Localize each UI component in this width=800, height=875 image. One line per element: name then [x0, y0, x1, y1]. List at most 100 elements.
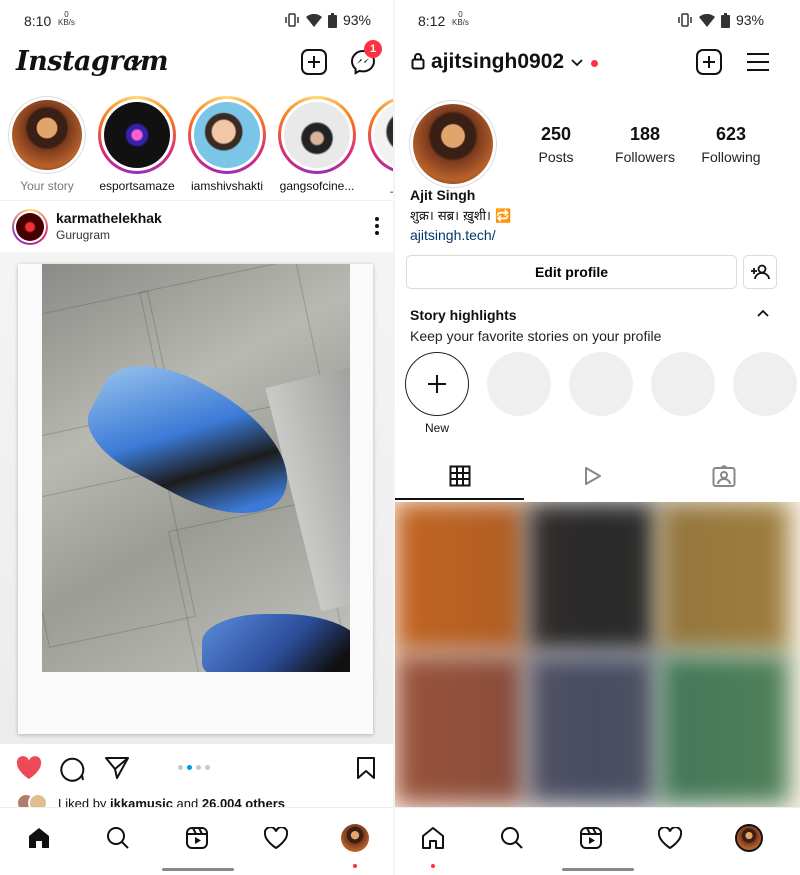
nav-search[interactable]: [98, 818, 138, 858]
avatar: [284, 102, 350, 168]
carousel-dot: [178, 765, 183, 770]
story-name: Your story: [20, 179, 74, 193]
menu-icon[interactable]: [744, 48, 772, 76]
story-your-story[interactable]: Your story: [8, 96, 86, 193]
status-bar: 8:10 0 KB/s 93%: [0, 0, 395, 40]
discover-people-button[interactable]: [743, 255, 777, 289]
highlights-subtitle: Keep your favorite stories on your profi…: [410, 328, 662, 344]
story-iamshivshakti[interactable]: iamshivshakti: [188, 96, 266, 193]
vibrate-icon: [285, 13, 299, 27]
nav-activity[interactable]: [256, 818, 296, 858]
more-options-icon[interactable]: [375, 217, 379, 235]
avatar: [16, 213, 44, 241]
wifi-icon: [305, 13, 322, 27]
nav-reels[interactable]: [571, 818, 611, 858]
play-icon: [585, 467, 601, 485]
stat-label: Followers: [615, 149, 675, 165]
avatar: [374, 102, 395, 168]
highlight-placeholder: [569, 352, 633, 416]
tab-tagged[interactable]: [659, 452, 789, 500]
story-ring-inner: [191, 99, 263, 171]
chevron-up-icon[interactable]: [757, 309, 769, 317]
nav-search[interactable]: [492, 818, 532, 858]
chevron-down-icon[interactable]: [130, 58, 144, 68]
profile-name: Ajit Singh: [410, 187, 476, 203]
new-highlight-label: New: [424, 421, 449, 435]
search-icon: [501, 827, 523, 849]
lock-icon: [411, 53, 425, 70]
nav-activity[interactable]: [650, 818, 690, 858]
highlight-placeholder: [651, 352, 715, 416]
profile-bio: शुक्र। सब्र। ख़ुशी। 🔁: [410, 209, 512, 224]
plus-icon: [428, 375, 446, 393]
heart-icon: [264, 827, 288, 849]
story-esportsamaze[interactable]: esportsamaze: [98, 96, 176, 193]
new-highlight-button[interactable]: [405, 352, 469, 416]
share-icon[interactable]: [104, 756, 130, 780]
grid-blur-overlay: [395, 502, 800, 808]
carousel-dot: [205, 765, 210, 770]
carousel-dot: [196, 765, 201, 770]
story-teafo[interactable]: _teafo: [368, 96, 395, 193]
profile-tabs: [395, 452, 800, 500]
avatar: [104, 102, 170, 168]
post-header: karmathelekhak Gurugram: [0, 200, 395, 250]
home-icon: [422, 827, 444, 849]
story-gangsofcinema[interactable]: gangsofcine...: [278, 96, 356, 193]
account-username[interactable]: ajitsingh0902: [431, 50, 564, 74]
nav-profile[interactable]: [729, 818, 769, 858]
highlight-placeholder: [733, 352, 797, 416]
notification-dot: [431, 864, 435, 868]
home-filled-icon: [29, 828, 49, 848]
gesture-bar: [561, 868, 634, 871]
stat-value: 188: [629, 124, 661, 144]
post-location[interactable]: Gurugram: [56, 228, 110, 242]
status-bar: 8:12 0 KB/s 93%: [395, 0, 800, 40]
vibrate-icon: [678, 13, 692, 27]
grid-icon: [449, 465, 471, 487]
bottom-nav: [0, 807, 395, 875]
comment-icon[interactable]: [60, 756, 86, 782]
post-image[interactable]: [0, 252, 393, 744]
post-actions: [0, 750, 395, 790]
edit-profile-button[interactable]: Edit profile: [406, 255, 737, 289]
avatar: [12, 100, 82, 170]
network-speed-unit: KB/s: [452, 18, 469, 27]
photo-sneakers: [42, 264, 350, 672]
create-post-icon[interactable]: [695, 48, 723, 76]
profile-picture[interactable]: [409, 100, 497, 188]
avatar-ring: [14, 211, 46, 243]
story-ring: [8, 96, 86, 174]
instagram-logo[interactable]: Instagram: [16, 46, 169, 77]
profile-avatar: [341, 824, 369, 852]
polaroid-frame: [18, 264, 373, 734]
floor-tile: [42, 470, 196, 648]
nav-reels[interactable]: [177, 818, 217, 858]
stat-followers[interactable]: 188 Followers: [607, 124, 683, 165]
battery-icon: [327, 12, 337, 28]
tab-grid[interactable]: [395, 452, 525, 500]
avatar: [413, 104, 493, 184]
stat-following[interactable]: 623 Following: [691, 124, 771, 165]
story-ring: [278, 96, 356, 174]
nav-home[interactable]: [19, 818, 59, 858]
story-ring: [98, 96, 176, 174]
liked-heart-icon[interactable]: [16, 756, 42, 780]
save-bookmark-icon[interactable]: [356, 756, 376, 780]
chevron-down-icon[interactable]: [570, 58, 584, 68]
messenger-badge: 1: [364, 40, 382, 58]
stat-posts[interactable]: 250 Posts: [530, 124, 582, 165]
reels-icon: [186, 827, 208, 849]
carousel-dot: [187, 765, 192, 770]
post-author-avatar[interactable]: [12, 209, 48, 245]
nav-profile[interactable]: [335, 818, 375, 858]
carousel-dots: [178, 765, 210, 770]
tab-reels[interactable]: [527, 452, 657, 500]
stat-label: Posts: [538, 149, 574, 165]
post-username[interactable]: karmathelekhak: [56, 210, 162, 226]
nav-home[interactable]: [413, 818, 453, 858]
reels-icon: [580, 827, 602, 849]
create-post-icon[interactable]: [300, 48, 328, 76]
search-icon: [107, 827, 129, 849]
profile-link[interactable]: ajitsingh.tech/: [410, 227, 496, 243]
